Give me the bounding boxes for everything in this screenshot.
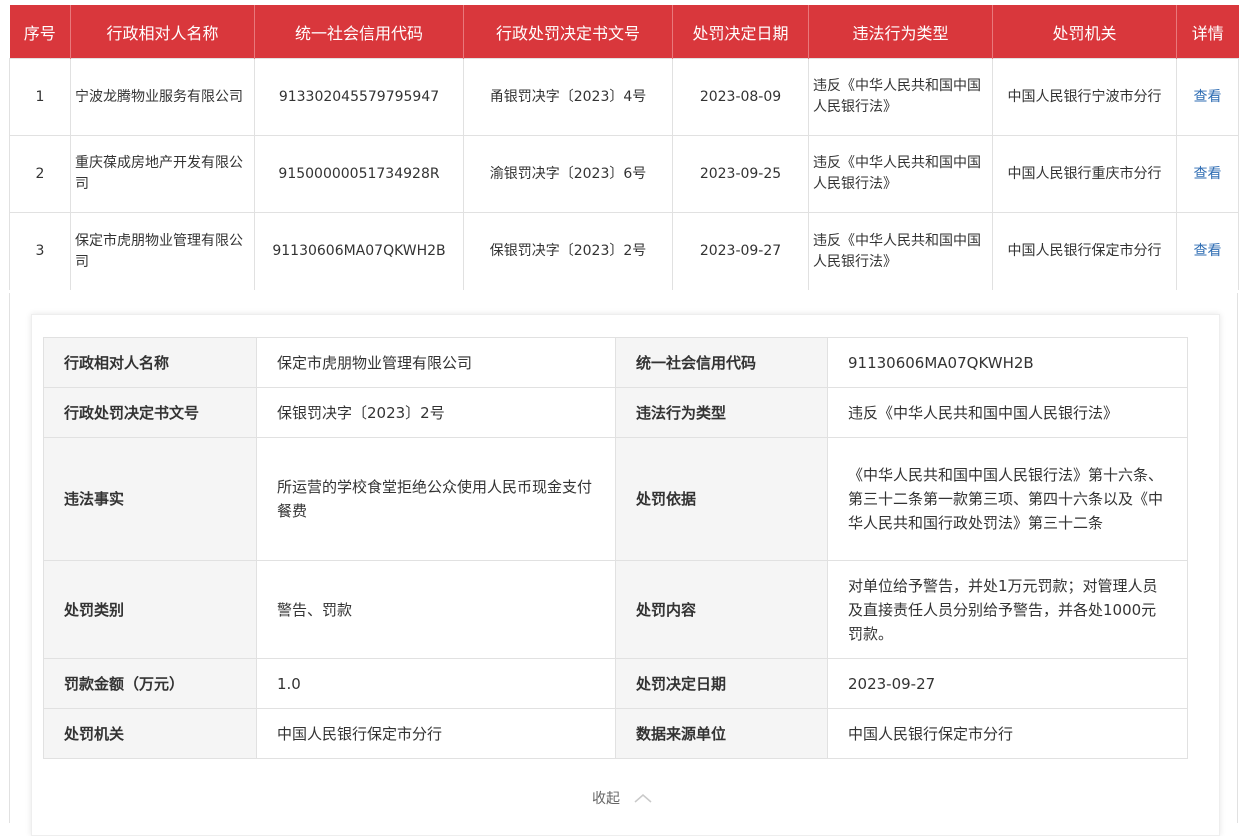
- detail-value: 保银罚决字〔2023〕2号: [256, 387, 616, 438]
- detail-value: 《中华人民共和国中国人民银行法》第十六条、第三十二条第一款第三项、第四十六条以及…: [827, 437, 1188, 561]
- column-header-name: 行政相对人名称: [70, 5, 255, 59]
- row-date: 2023-08-09: [672, 58, 809, 136]
- detail-label: 行政处罚决定书文号: [43, 387, 257, 438]
- detail-label: 违法事实: [43, 437, 257, 561]
- detail-value: 对单位给予警告，并处1万元罚款；对管理人员及直接责任人员分别给予警告，并各处10…: [827, 560, 1188, 659]
- row-index: 1: [9, 58, 71, 136]
- detail-value: 违反《中华人民共和国中国人民银行法》: [827, 387, 1188, 438]
- detail-label: 处罚内容: [615, 560, 828, 659]
- row-name: 重庆葆成房地产开发有限公司: [70, 135, 255, 213]
- detail-value: 保定市虎朋物业管理有限公司: [256, 337, 616, 388]
- detail-value: 91130606MA07QKWH2B: [827, 337, 1188, 388]
- column-header-doc-no: 行政处罚决定书文号: [463, 5, 673, 59]
- table-row: 2 重庆葆成房地产开发有限公司 91500000051734928R 渝银罚决字…: [9, 135, 1239, 213]
- row-violation: 违反《中华人民共和国中国人民银行法》: [808, 135, 993, 213]
- row-doc-no: 甬银罚决字〔2023〕4号: [463, 58, 673, 136]
- detail-label: 数据来源单位: [615, 708, 828, 759]
- table-header-row: 序号 行政相对人名称 统一社会信用代码 行政处罚决定书文号 处罚决定日期 违法行…: [9, 5, 1239, 59]
- row-credit-code: 91130606MA07QKWH2B: [254, 212, 464, 290]
- detail-label: 处罚依据: [615, 437, 828, 561]
- row-violation: 违反《中华人民共和国中国人民银行法》: [808, 212, 993, 290]
- detail-label: 处罚机关: [43, 708, 257, 759]
- row-date: 2023-09-25: [672, 135, 809, 213]
- page: 序号 行政相对人名称 统一社会信用代码 行政处罚决定书文号 处罚决定日期 违法行…: [0, 0, 1244, 836]
- detail-label: 违法行为类型: [615, 387, 828, 438]
- detail-row: 行政相对人名称 保定市虎朋物业管理有限公司 统一社会信用代码 91130606M…: [43, 337, 1188, 388]
- detail-label: 罚款金额（万元）: [43, 658, 257, 709]
- detail-label: 处罚决定日期: [615, 658, 828, 709]
- detail-value: 1.0: [256, 658, 616, 709]
- row-authority: 中国人民银行保定市分行: [992, 212, 1177, 290]
- detail-label: 处罚类别: [43, 560, 257, 659]
- view-detail-link[interactable]: 查看: [1176, 135, 1239, 213]
- detail-row: 行政处罚决定书文号 保银罚决字〔2023〕2号 违法行为类型 违反《中华人民共和…: [43, 387, 1188, 438]
- detail-table: 行政相对人名称 保定市虎朋物业管理有限公司 统一社会信用代码 91130606M…: [43, 337, 1188, 759]
- detail-row: 罚款金额（万元） 1.0 处罚决定日期 2023-09-27: [43, 658, 1188, 709]
- detail-value: 警告、罚款: [256, 560, 616, 659]
- penalty-table: 序号 行政相对人名称 统一社会信用代码 行政处罚决定书文号 处罚决定日期 违法行…: [9, 5, 1239, 290]
- detail-row: 处罚机关 中国人民银行保定市分行 数据来源单位 中国人民银行保定市分行: [43, 708, 1188, 759]
- detail-label: 统一社会信用代码: [615, 337, 828, 388]
- row-doc-no: 保银罚决字〔2023〕2号: [463, 212, 673, 290]
- row-name: 宁波龙腾物业服务有限公司: [70, 58, 255, 136]
- column-header-index: 序号: [9, 5, 71, 59]
- row-index: 3: [9, 212, 71, 290]
- row-index: 2: [9, 135, 71, 213]
- row-authority: 中国人民银行宁波市分行: [992, 58, 1177, 136]
- view-detail-link[interactable]: 查看: [1176, 58, 1239, 136]
- chevron-up-icon: [634, 794, 652, 803]
- detail-label: 行政相对人名称: [43, 337, 257, 388]
- collapse-label: 收起: [592, 791, 620, 807]
- row-authority: 中国人民银行重庆市分行: [992, 135, 1177, 213]
- detail-value: 2023-09-27: [827, 658, 1188, 709]
- row-credit-code: 91500000051734928R: [254, 135, 464, 213]
- detail-value: 中国人民银行保定市分行: [827, 708, 1188, 759]
- row-violation: 违反《中华人民共和国中国人民银行法》: [808, 58, 993, 136]
- column-header-violation: 违法行为类型: [808, 5, 993, 59]
- column-header-credit-code: 统一社会信用代码: [254, 5, 464, 59]
- detail-row: 违法事实 所运营的学校食堂拒绝公众使用人民币现金支付餐费 处罚依据 《中华人民共…: [43, 437, 1188, 561]
- detail-value: 所运营的学校食堂拒绝公众使用人民币现金支付餐费: [256, 437, 616, 561]
- row-credit-code: 913302045579795947: [254, 58, 464, 136]
- table-row: 3 保定市虎朋物业管理有限公司 91130606MA07QKWH2B 保银罚决字…: [9, 212, 1239, 290]
- detail-row: 处罚类别 警告、罚款 处罚内容 对单位给予警告，并处1万元罚款；对管理人员及直接…: [43, 560, 1188, 659]
- column-header-detail: 详情: [1176, 5, 1239, 59]
- row-doc-no: 渝银罚决字〔2023〕6号: [463, 135, 673, 213]
- view-detail-link[interactable]: 查看: [1176, 212, 1239, 290]
- collapse-button[interactable]: 收起: [592, 788, 652, 808]
- column-header-date: 处罚决定日期: [672, 5, 809, 59]
- detail-value: 中国人民银行保定市分行: [256, 708, 616, 759]
- row-name: 保定市虎朋物业管理有限公司: [70, 212, 255, 290]
- row-date: 2023-09-27: [672, 212, 809, 290]
- table-row: 1 宁波龙腾物业服务有限公司 913302045579795947 甬银罚决字〔…: [9, 58, 1239, 136]
- column-header-authority: 处罚机关: [992, 5, 1177, 59]
